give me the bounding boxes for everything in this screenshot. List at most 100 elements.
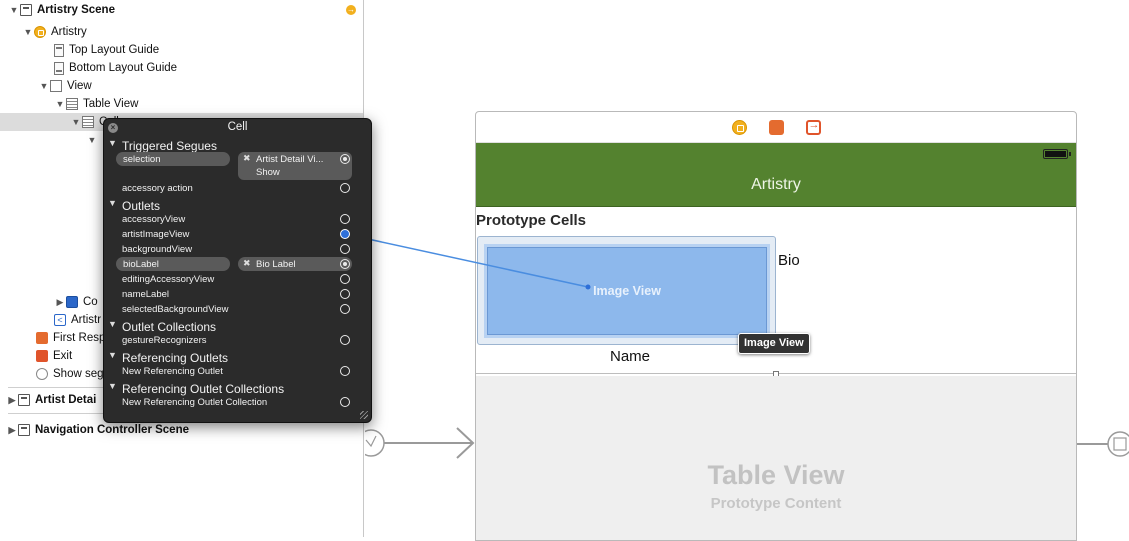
exit-icon[interactable] bbox=[805, 119, 821, 135]
disclosure-triangle-icon[interactable]: ▼ bbox=[86, 135, 98, 145]
outline-item-artist-detail-scene[interactable]: ▶ Artist Detai bbox=[6, 391, 96, 409]
outline-item-bottom-layout-guide[interactable]: Bottom Layout Guide bbox=[42, 59, 177, 77]
outline-item-exit[interactable]: Exit bbox=[24, 347, 72, 365]
outline-item-artistry-scene[interactable]: ▼ Artistry Scene bbox=[8, 1, 115, 19]
connection-target-label: Bio Label bbox=[256, 259, 296, 270]
disclosure-triangle-icon[interactable]: ▶ bbox=[54, 297, 66, 308]
outline-item-content-view[interactable]: ▼ bbox=[86, 131, 98, 149]
connection-circle-icon[interactable] bbox=[340, 397, 350, 407]
connection-circle-icon[interactable] bbox=[340, 259, 350, 269]
outline-item-view[interactable]: ▼ View bbox=[38, 77, 92, 95]
scene-icon bbox=[18, 424, 30, 436]
outline-item-label: View bbox=[67, 80, 92, 92]
view-icon bbox=[50, 80, 62, 92]
outlet-label: New Referencing Outlet bbox=[122, 366, 223, 377]
outlet-row-artist-image-view[interactable]: artistImageView bbox=[104, 227, 371, 242]
connection-target[interactable]: ✖ Bio Label bbox=[238, 257, 352, 271]
name-label[interactable]: Name bbox=[610, 348, 650, 365]
prototype-cells-header: Prototype Cells bbox=[476, 212, 587, 229]
outline-item-artistry[interactable]: ▼ Artistry bbox=[22, 23, 87, 41]
outline-item-label: Table View bbox=[83, 98, 139, 110]
outlet-row-selected-background-view[interactable]: selectedBackgroundView bbox=[104, 302, 371, 317]
connection-circle-icon[interactable] bbox=[340, 366, 350, 376]
outline-item-label: Artist Detai bbox=[35, 394, 97, 406]
connection-circle-icon[interactable] bbox=[340, 154, 350, 164]
table-view-placeholder[interactable]: Table View Prototype Content bbox=[476, 376, 1076, 540]
outlet-pill: bioLabel bbox=[116, 257, 230, 271]
image-view[interactable]: Image View bbox=[484, 244, 770, 338]
view-controller-icon bbox=[34, 26, 46, 38]
view-controller-scene[interactable]: Artistry Prototype Cells Image View Bio … bbox=[475, 111, 1077, 541]
layout-guide-icon bbox=[54, 43, 64, 57]
connection-target-label: Artist Detail Vi... bbox=[256, 154, 324, 165]
outline-item-first-responder[interactable]: First Resp bbox=[24, 329, 105, 347]
outlet-label: accessory action bbox=[122, 183, 193, 194]
disclosure-triangle-icon[interactable]: ▼ bbox=[108, 319, 117, 329]
first-responder-icon[interactable] bbox=[768, 119, 784, 135]
outline-item-show-segue[interactable]: Show seg bbox=[24, 365, 104, 383]
disclosure-triangle-icon[interactable]: ▼ bbox=[108, 350, 117, 360]
outlet-label: accessoryView bbox=[122, 214, 186, 225]
outline-item-top-layout-guide[interactable]: Top Layout Guide bbox=[42, 41, 159, 59]
connection-circle-icon[interactable] bbox=[340, 183, 350, 193]
outlet-label: backgroundView bbox=[122, 244, 193, 255]
disclosure-triangle-icon[interactable]: ▶ bbox=[6, 425, 18, 436]
resize-grip-icon[interactable] bbox=[360, 411, 368, 419]
disclosure-triangle-icon[interactable]: ▼ bbox=[54, 99, 66, 109]
outlet-row-background-view[interactable]: backgroundView bbox=[104, 242, 371, 257]
connection-circle-icon[interactable] bbox=[340, 244, 350, 254]
connection-circle-icon[interactable] bbox=[340, 274, 350, 284]
segue-icon bbox=[36, 368, 48, 380]
outline-item-label: Bottom Layout Guide bbox=[69, 62, 178, 74]
connection-circle-icon[interactable] bbox=[340, 304, 350, 314]
scene-dock bbox=[476, 112, 1076, 143]
section-outlet-collections: ▼ Outlet Collections bbox=[104, 318, 371, 334]
connection-circle-icon[interactable] bbox=[340, 335, 350, 345]
outlet-row-selection[interactable]: selection ✖ Artist Detail Vi... Show bbox=[104, 152, 371, 182]
disclosure-triangle-icon[interactable]: ▼ bbox=[22, 27, 34, 37]
outlet-row-new-referencing-outlet[interactable]: New Referencing Outlet bbox=[104, 364, 371, 379]
outline-item-navigation-controller-scene[interactable]: ▶ Navigation Controller Scene bbox=[6, 421, 189, 439]
connection-circle-icon[interactable] bbox=[340, 289, 350, 299]
disclosure-triangle-icon[interactable]: ▼ bbox=[8, 5, 20, 15]
connection-target[interactable]: ✖ Artist Detail Vi... Show bbox=[238, 152, 352, 180]
navigation-bar[interactable]: Artistry bbox=[476, 143, 1076, 207]
segue-arrow-icon[interactable] bbox=[365, 420, 477, 470]
outline-item-table-view[interactable]: ▼ Table View bbox=[54, 95, 138, 113]
outlet-row-editing-accessory-view[interactable]: editingAccessoryView bbox=[104, 272, 371, 287]
outgoing-segue-icon[interactable] bbox=[1076, 430, 1129, 460]
outlet-row-accessory-action[interactable]: accessory action bbox=[104, 181, 371, 196]
navbar-title: Artistry bbox=[751, 176, 801, 193]
disclosure-triangle-icon[interactable]: ▼ bbox=[108, 381, 117, 391]
section-label: Outlet Collections bbox=[122, 320, 217, 334]
section-label: Outlets bbox=[122, 199, 161, 213]
outlet-label: artistImageView bbox=[122, 229, 190, 240]
connections-popover[interactable]: × Cell ▼ Triggered Segues selection ✖ Ar… bbox=[103, 118, 372, 423]
outline-item-label: Artistr bbox=[71, 314, 102, 326]
outlet-label: nameLabel bbox=[122, 289, 170, 300]
connection-circle-icon[interactable] bbox=[340, 214, 350, 224]
outline-item-navigation-item[interactable]: < Artistr bbox=[42, 311, 101, 329]
outlet-row-new-referencing-outlet-collection[interactable]: New Referencing Outlet Collection bbox=[104, 395, 371, 410]
segue-kind-label: Show bbox=[256, 167, 280, 178]
section-referencing-outlet-collections: ▼ Referencing Outlet Collections bbox=[104, 380, 371, 396]
disclosure-triangle-icon[interactable]: ▶ bbox=[6, 395, 18, 406]
remove-connection-icon[interactable]: ✖ bbox=[243, 153, 251, 164]
outlet-row-accessory-view[interactable]: accessoryView bbox=[104, 212, 371, 227]
navigation-item-icon: < bbox=[54, 314, 66, 326]
outline-item-label: Co bbox=[83, 296, 98, 308]
disclosure-triangle-icon[interactable]: ▼ bbox=[108, 138, 117, 148]
disclosure-triangle-icon[interactable]: ▼ bbox=[108, 198, 117, 208]
connection-circle-icon[interactable] bbox=[340, 229, 350, 239]
section-outlets: ▼ Outlets bbox=[104, 197, 371, 213]
outline-item-label: Show seg bbox=[53, 368, 104, 380]
outlet-row-name-label[interactable]: nameLabel bbox=[104, 287, 371, 302]
remove-connection-icon[interactable]: ✖ bbox=[243, 258, 251, 269]
view-controller-icon[interactable] bbox=[731, 119, 747, 135]
outline-item-constraints[interactable]: ▶ Co bbox=[54, 293, 98, 311]
disclosure-triangle-icon[interactable]: ▼ bbox=[70, 117, 82, 127]
outlet-row-gesture-recognizers[interactable]: gestureRecognizers bbox=[104, 333, 371, 348]
outlet-row-bio-label[interactable]: bioLabel ✖ Bio Label bbox=[104, 257, 371, 272]
disclosure-triangle-icon[interactable]: ▼ bbox=[38, 81, 50, 91]
bio-label[interactable]: Bio bbox=[778, 252, 800, 269]
